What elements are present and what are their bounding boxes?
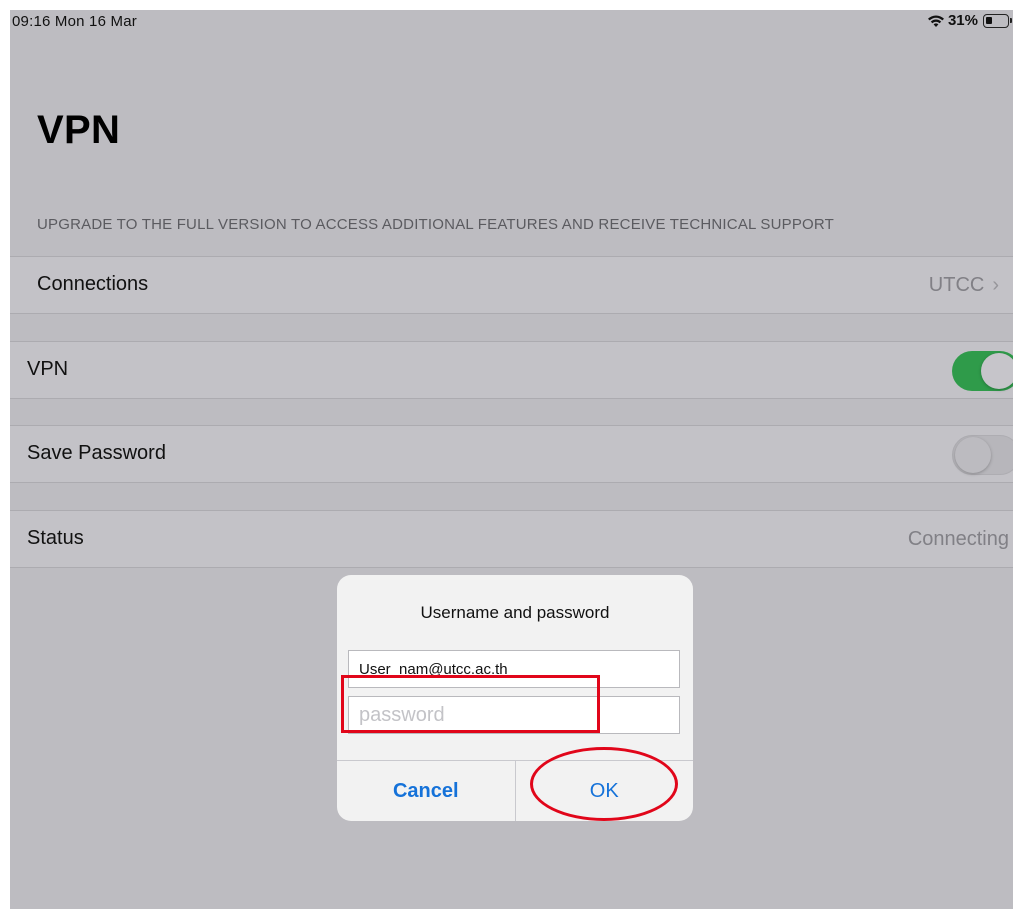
save-password-row: Save Password [10, 425, 1013, 483]
save-password-label: Save Password [27, 442, 166, 464]
save-password-toggle-knob [955, 437, 991, 473]
status-time: 09:16 Mon 16 Mar [12, 13, 137, 30]
connections-label: Connections [37, 273, 149, 295]
connections-value-text: UTCC [928, 274, 985, 296]
status-bar: 09:16 Mon 16 Mar 31% [10, 10, 1013, 34]
status-label: Status [27, 527, 84, 549]
ok-highlight-annotation [530, 747, 678, 821]
chevron-right-icon: › [992, 274, 999, 296]
status-row: Status Connecting [10, 510, 1013, 568]
screen: 09:16 Mon 16 Mar 31% VPN UPGRADE TO THE … [10, 10, 1013, 909]
battery-cap [1010, 17, 1012, 23]
page-title: VPN [37, 108, 121, 152]
upgrade-section-header[interactable]: UPGRADE TO THE FULL VERSION TO ACCESS AD… [37, 216, 834, 233]
battery-percent: 31% [947, 12, 978, 29]
vpn-row: VPN [10, 341, 1013, 399]
vpn-toggle[interactable] [952, 351, 1013, 391]
battery-icon [983, 13, 1012, 28]
dialog-title: Username and password [420, 603, 610, 622]
battery-fill [986, 16, 992, 24]
status-value: Connecting [907, 528, 1009, 550]
wifi-icon [927, 14, 945, 28]
password-highlight-annotation [341, 675, 600, 733]
vpn-label: VPN [27, 358, 69, 380]
status-indicators: 31% [927, 12, 1012, 29]
save-password-toggle[interactable] [952, 435, 1013, 475]
vpn-toggle-knob [981, 353, 1013, 389]
cancel-button[interactable]: Cancel [337, 761, 516, 821]
connections-value: UTCC › [929, 274, 999, 297]
connections-row[interactable]: Connections UTCC › [10, 256, 1013, 314]
